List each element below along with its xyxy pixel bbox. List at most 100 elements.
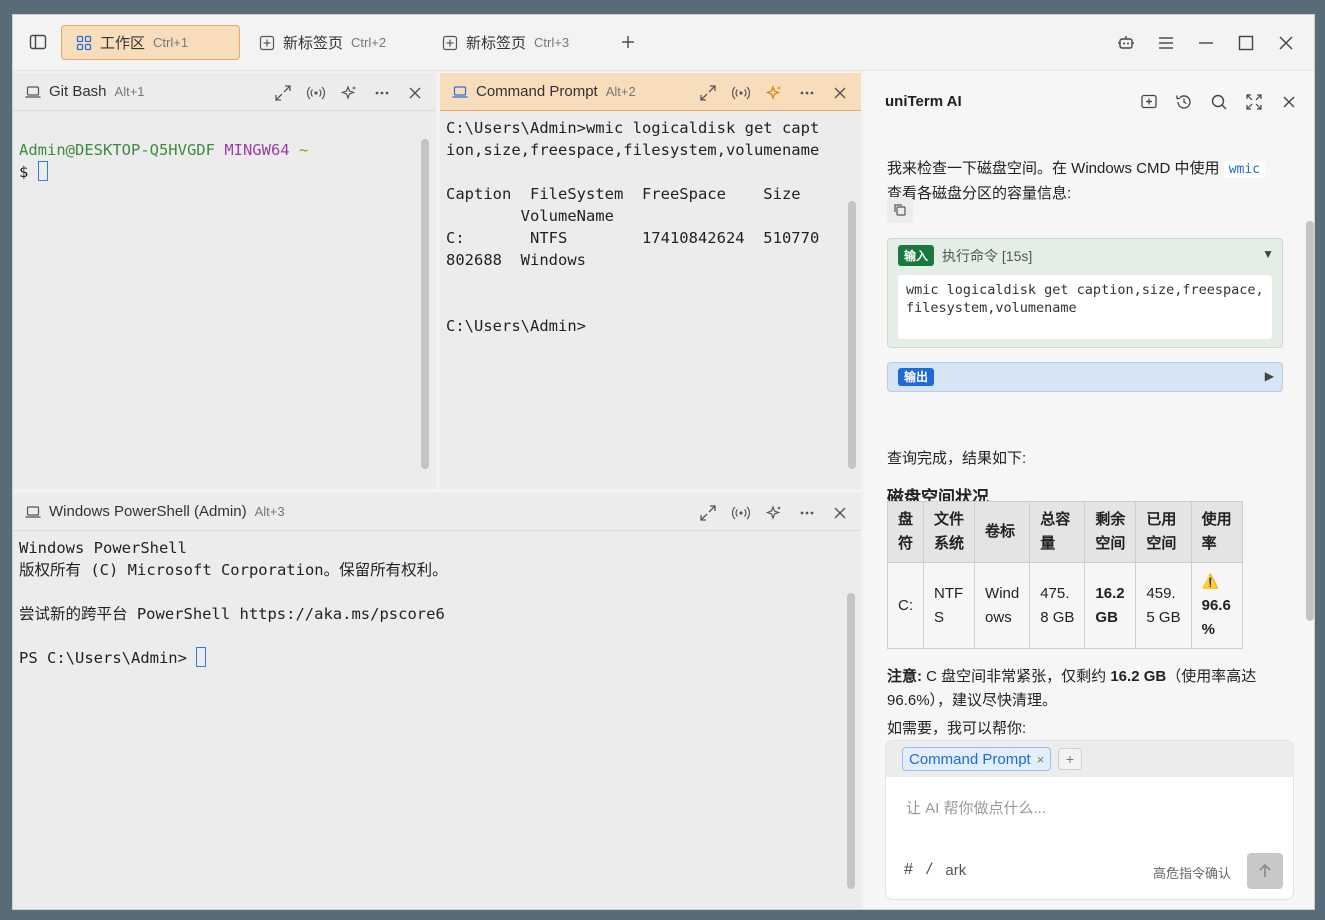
col-header: 已用 空间 — [1135, 501, 1192, 563]
dangerous-command-confirm-toggle[interactable]: 高危指令确认 — [1153, 863, 1231, 882]
tool-call-output[interactable]: 输出 ▶ — [887, 362, 1283, 392]
grid-icon — [76, 35, 92, 51]
search-icon[interactable] — [1210, 93, 1228, 111]
scrollbar[interactable] — [421, 139, 429, 469]
terminal-line: ion,size,freespace,filesystem,volumename — [446, 141, 820, 159]
pane-header: Git Bash Alt+1 — [13, 73, 436, 111]
close-pane-icon[interactable] — [405, 83, 424, 102]
app-window: 工作区 Ctrl+1 新标签页 Ctrl+2 新标签页 Ctrl+3 Git B… — [12, 14, 1315, 910]
ai-sparkle-icon[interactable] — [339, 83, 358, 102]
terminal-line: C: NTFS 17410842624 510770 — [446, 229, 820, 247]
ai-message-intro: 我来检查一下磁盘空间。在 Windows CMD 中使用 wmic 查看各磁盘分… — [887, 157, 1287, 206]
tab-new-2[interactable]: 新标签页 Ctrl+2 — [245, 25, 400, 60]
note-text: 注意: C 盘空间非常紧张，仅剩约 16.2 GB（使用率高达 96.6%），建… — [887, 665, 1287, 713]
col-header: 盘 符 — [886, 501, 925, 563]
chip-close-icon[interactable]: × — [1037, 752, 1045, 767]
more-icon[interactable] — [797, 503, 816, 522]
send-button[interactable] — [1247, 853, 1283, 889]
ai-sparkle-icon[interactable] — [764, 83, 783, 102]
pane-title: Command Prompt — [476, 83, 598, 100]
expand-caret-icon[interactable]: ▶ — [1265, 369, 1274, 383]
pane-command-prompt[interactable]: Command Prompt Alt+2 C:\Users\Admin>wmic… — [440, 73, 861, 489]
tab-label: 新标签页 — [283, 35, 344, 52]
hash-button[interactable]: # — [904, 861, 913, 879]
close-icon[interactable] — [1276, 33, 1296, 53]
ai-scrollbar[interactable] — [1306, 221, 1314, 621]
minimize-icon[interactable] — [1196, 33, 1216, 53]
collapse-caret-icon[interactable]: ▼ — [1262, 247, 1274, 261]
tab-shortcut: Ctrl+3 — [534, 35, 570, 50]
note-label: 注意: — [887, 668, 922, 685]
copy-icon[interactable] — [887, 197, 913, 223]
pane-shortcut: Alt+3 — [254, 504, 285, 519]
usage-value: 96.6 % — [1201, 597, 1231, 638]
pane-title: Git Bash — [49, 83, 107, 100]
cell-used: 459. 5 GB — [1135, 562, 1192, 649]
tab-workspace[interactable]: 工作区 Ctrl+1 — [61, 25, 240, 60]
ai-panel: uniTerm AI 我来检查一下磁盘空间。在 Windows CMD 中使用 … — [865, 71, 1314, 909]
terminal-output[interactable]: Admin@DESKTOP-Q5HVGDF MINGW64 ~ $ — [19, 139, 308, 183]
tab-label: 工作区 — [100, 35, 146, 52]
sidebar-toggle-icon[interactable] — [29, 33, 47, 51]
note-bold: 16.2 GB — [1110, 668, 1167, 685]
more-icon[interactable] — [372, 83, 391, 102]
intro-text-2: 查看各磁盘分区的容量信息: — [887, 185, 1072, 202]
ai-sparkle-icon[interactable] — [764, 503, 783, 522]
add-tab-icon[interactable] — [619, 33, 637, 51]
maximize-icon[interactable] — [1236, 33, 1256, 53]
close-panel-icon[interactable] — [1280, 93, 1298, 111]
terminal-line: Windows PowerShell — [19, 539, 187, 557]
disk-table: 盘 符 文件 系统 卷标 总容 量 剩余 空间 已用 空间 使用 率 C: NT… — [886, 501, 1243, 649]
expand-icon[interactable] — [698, 83, 717, 102]
robot-icon[interactable] — [1116, 33, 1136, 53]
new-tab-icon — [442, 35, 458, 51]
result-text: 查询完成，结果如下: — [887, 450, 1027, 467]
pane-title: Windows PowerShell (Admin) — [49, 503, 247, 520]
inline-code: wmic — [1223, 161, 1265, 178]
col-header: 总容 量 — [1029, 501, 1086, 563]
scrollbar[interactable] — [847, 593, 855, 889]
new-tab-icon — [259, 35, 275, 51]
broadcast-icon[interactable] — [306, 83, 325, 102]
scrollbar[interactable] — [848, 201, 856, 469]
close-pane-icon[interactable] — [830, 503, 849, 522]
slash-button[interactable]: / — [927, 861, 931, 879]
terminal-line: 802688 Windows — [446, 251, 586, 269]
tab-new-3[interactable]: 新标签页 Ctrl+3 — [428, 25, 583, 60]
fullscreen-icon[interactable] — [1245, 93, 1263, 111]
pane-git-bash[interactable]: Git Bash Alt+1 Admin@DESKTOP-Q5HVGDF MIN… — [13, 73, 436, 489]
title-bar: 工作区 Ctrl+1 新标签页 Ctrl+2 新标签页 Ctrl+3 — [13, 15, 1314, 71]
arrow-up-icon — [1256, 862, 1274, 880]
col-header: 剩余 空间 — [1084, 501, 1137, 563]
add-context-button[interactable]: + — [1058, 748, 1082, 770]
col-header: 卷标 — [974, 501, 1031, 563]
context-bar: Command Prompt × + — [886, 741, 1293, 777]
expand-icon[interactable] — [273, 83, 292, 102]
terminal-output[interactable]: Windows PowerShell 版权所有 (C) Microsoft Cor… — [19, 537, 448, 669]
history-icon[interactable] — [1175, 93, 1193, 111]
broadcast-icon[interactable] — [731, 83, 750, 102]
chat-input[interactable]: 让 AI 帮你做点什么... — [906, 797, 1046, 818]
terminal-line: Caption FileSystem FreeSpace Size — [446, 185, 801, 203]
help-text: 如需要，我可以帮你: — [887, 720, 1027, 737]
terminal-output[interactable]: C:\Users\Admin>wmic logicaldisk get capt… — [446, 117, 819, 337]
laptop-icon — [25, 504, 41, 520]
close-pane-icon[interactable] — [830, 83, 849, 102]
pane-powershell[interactable]: Windows PowerShell (Admin) Alt+3 Windows… — [13, 493, 861, 909]
tool-call-input[interactable]: 输入 执行命令 [15s] ▼ wmic logicaldisk get cap… — [887, 238, 1283, 348]
chat-input-box: Command Prompt × + 让 AI 帮你做点什么... # / ar… — [885, 740, 1294, 900]
more-icon[interactable] — [797, 83, 816, 102]
terminal-line: 版权所有 (C) Microsoft Corporation。保留所有权利。 — [19, 561, 448, 579]
laptop-icon — [452, 84, 468, 100]
cell-volume-label: Wind ows — [974, 562, 1031, 649]
menu-icon[interactable] — [1156, 33, 1176, 53]
pane-shortcut: Alt+2 — [605, 84, 636, 99]
context-chip[interactable]: Command Prompt × — [902, 747, 1052, 771]
model-selector[interactable]: ark — [945, 862, 966, 879]
expand-icon[interactable] — [698, 503, 717, 522]
new-chat-icon[interactable] — [1140, 93, 1158, 111]
pane-header-active: Command Prompt Alt+2 — [440, 73, 861, 111]
broadcast-icon[interactable] — [731, 503, 750, 522]
